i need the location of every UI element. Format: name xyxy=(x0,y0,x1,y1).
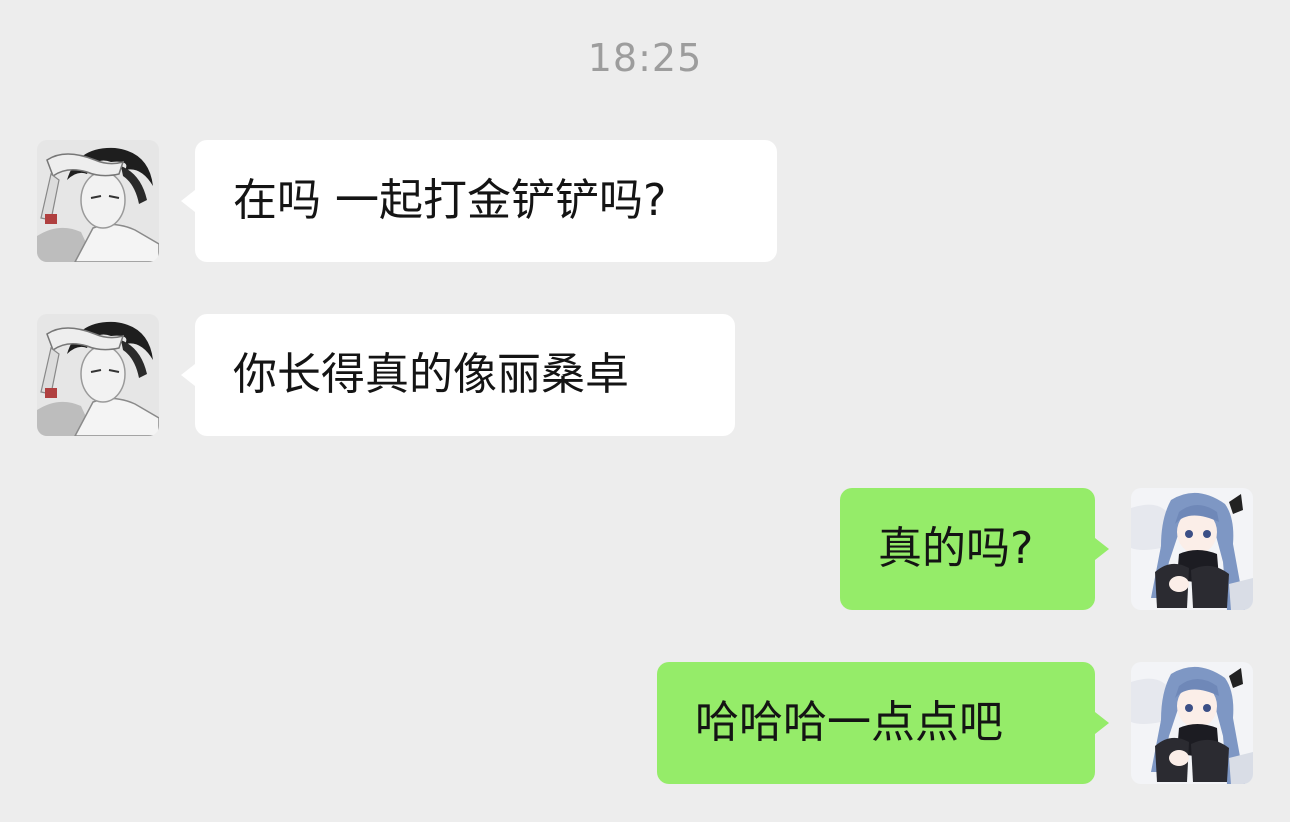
bubble-tail xyxy=(181,364,195,386)
self-avatar[interactable] xyxy=(1131,488,1253,610)
self-avatar-icon xyxy=(1131,662,1253,784)
self-avatar-icon xyxy=(1131,488,1253,610)
bubble-tail xyxy=(181,190,195,212)
bubble-tail xyxy=(1095,538,1109,560)
outgoing-message-bubble[interactable]: 真的吗? xyxy=(840,488,1095,610)
bubble-tail xyxy=(1095,712,1109,734)
incoming-message-bubble[interactable]: 你长得真的像丽桑卓 xyxy=(195,314,735,436)
contact-avatar[interactable] xyxy=(37,314,159,436)
contact-avatar-icon xyxy=(37,314,159,436)
contact-avatar[interactable] xyxy=(37,140,159,262)
contact-avatar-icon xyxy=(37,140,159,262)
incoming-message-bubble[interactable]: 在吗 一起打金铲铲吗? xyxy=(195,140,777,262)
message-timestamp: 18:25 xyxy=(587,36,703,80)
outgoing-message-bubble[interactable]: 哈哈哈一点点吧 xyxy=(657,662,1095,784)
self-avatar[interactable] xyxy=(1131,662,1253,784)
